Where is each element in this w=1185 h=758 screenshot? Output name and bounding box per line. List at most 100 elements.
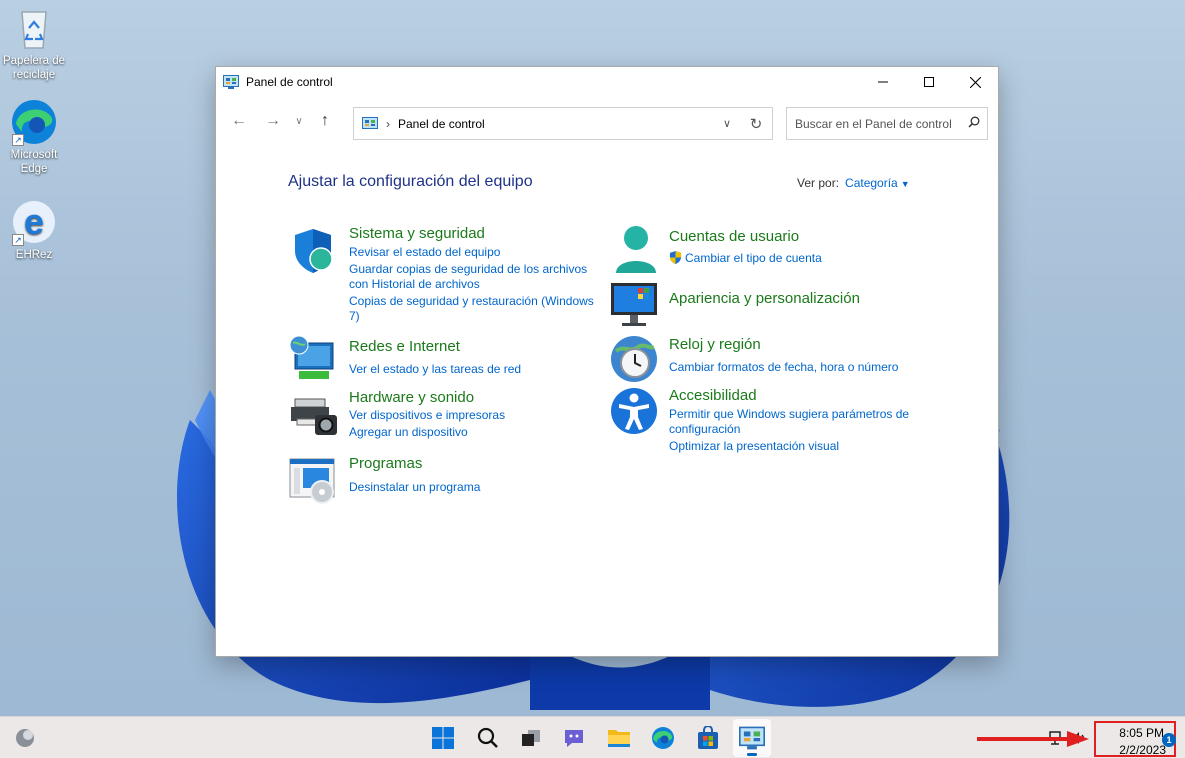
programs-icon: [289, 458, 335, 504]
clock-date: 2/2/2023: [1119, 743, 1166, 757]
category-link[interactable]: configuración: [669, 421, 740, 437]
chat-button[interactable]: [559, 723, 589, 753]
control-panel-taskbar-button[interactable]: [733, 719, 771, 757]
category-link[interactable]: Optimizar la presentación visual: [669, 438, 839, 454]
recent-locations-button[interactable]: ∨: [288, 106, 310, 136]
page-title: Ajustar la configuración del equipo: [288, 173, 533, 190]
category-network-internet: Redes e Internet Ver el estado y las tar…: [289, 335, 609, 385]
category-link[interactable]: con Historial de archivos: [349, 276, 480, 292]
search-input[interactable]: [787, 116, 961, 131]
address-bar[interactable]: › Panel de control ∨ ↻: [353, 107, 773, 140]
refresh-button[interactable]: ↻: [740, 115, 772, 133]
widgets-icon: [16, 729, 34, 747]
category-title[interactable]: Reloj y región: [669, 336, 761, 353]
up-button[interactable]: ↑: [310, 106, 340, 136]
category-title[interactable]: Apariencia y personalización: [669, 290, 860, 307]
control-panel-window: Panel de control ← → ∨ ↑ › Panel de cont…: [215, 66, 999, 657]
forward-button[interactable]: →: [258, 106, 288, 136]
category-title[interactable]: Cuentas de usuario: [669, 228, 799, 245]
close-icon: [969, 76, 981, 88]
control-panel-icon: [223, 75, 239, 89]
file-explorer-icon: [608, 730, 630, 747]
shield-icon: [295, 229, 333, 273]
chat-icon: [565, 730, 583, 747]
view-by-dropdown[interactable]: Categoría: [845, 176, 898, 190]
title-bar[interactable]: Panel de control: [216, 67, 998, 97]
accessibility-icon: [611, 388, 657, 434]
start-button[interactable]: [428, 723, 458, 753]
notification-badge[interactable]: 1: [1162, 733, 1176, 747]
category-link[interactable]: Revisar el estado del equipo: [349, 244, 500, 260]
desktop-icon-label: Papelera de reciclaje: [2, 55, 66, 81]
maximize-button[interactable]: [906, 67, 952, 97]
shortcut-arrow-icon: ↗: [12, 134, 24, 146]
category-appearance: Apariencia y personalización: [610, 281, 930, 331]
svg-text:e: e: [24, 201, 44, 242]
edge-icon: [652, 727, 674, 749]
user-icon: [616, 226, 656, 273]
category-user-accounts: Cuentas de usuario Cambiar el tipo de cu…: [610, 225, 930, 277]
arrow-up-icon: ↑: [321, 112, 329, 129]
search-icon[interactable]: [961, 116, 987, 131]
category-title[interactable]: Sistema y seguridad: [349, 225, 485, 242]
uac-shield-icon: [669, 251, 682, 264]
category-link[interactable]: Permitir que Windows sugiera parámetros …: [669, 406, 909, 422]
ie-icon: e ↗: [10, 198, 58, 246]
category-programs: Programas Desinstalar un programa: [289, 455, 609, 507]
arrow-right-icon: →: [265, 112, 281, 129]
control-panel-icon: [739, 726, 765, 750]
window-title: Panel de control: [246, 75, 333, 89]
widgets-button[interactable]: [10, 723, 40, 753]
category-link[interactable]: Ver dispositivos e impresoras: [349, 407, 505, 423]
category-link[interactable]: Ver el estado y las tareas de red: [349, 361, 521, 377]
desktop-icon-recycle-bin[interactable]: Papelera de reciclaje: [0, 4, 68, 82]
maximize-icon: [924, 77, 934, 87]
category-system-security: Sistema y seguridad Revisar el estado de…: [289, 225, 609, 327]
category-link[interactable]: Copias de seguridad y restauración (Wind…: [349, 293, 594, 309]
monitor-icon: [611, 283, 657, 326]
category-link[interactable]: Guardar copias de seguridad de los archi…: [349, 261, 587, 277]
desktop-icon-ehrez[interactable]: e ↗ EHRez: [0, 198, 68, 262]
desktop-icon-edge[interactable]: ↗ Microsoft Edge: [0, 98, 68, 176]
breadcrumb[interactable]: Panel de control: [398, 117, 714, 131]
desktop-icon-label: Microsoft Edge: [10, 149, 58, 175]
close-button[interactable]: [952, 67, 998, 97]
category-link[interactable]: Agregar un dispositivo: [349, 424, 468, 440]
recycle-bin-icon: [10, 4, 58, 52]
desktop-icon-label: EHRez: [15, 249, 53, 261]
category-title[interactable]: Accesibilidad: [669, 387, 757, 404]
network-icon: [289, 335, 334, 379]
store-button[interactable]: [693, 723, 723, 753]
shortcut-arrow-icon: ↗: [12, 234, 24, 246]
arrow-left-icon: ←: [231, 112, 247, 129]
category-link[interactable]: Cambiar el tipo de cuenta: [685, 250, 822, 266]
view-by: Ver por: Categoría ▼: [797, 176, 910, 190]
chevron-down-icon: ∨: [295, 115, 303, 127]
edge-button[interactable]: [648, 723, 678, 753]
task-view-icon: [522, 730, 540, 746]
view-by-label: Ver por:: [797, 176, 840, 190]
category-link[interactable]: Desinstalar un programa: [349, 479, 480, 495]
start-icon: [432, 727, 454, 749]
category-link[interactable]: Cambiar formatos de fecha, hora o número: [669, 359, 898, 375]
minimize-button[interactable]: [860, 67, 906, 97]
annotation-arrow: [977, 731, 1089, 747]
category-hardware-sound: Hardware y sonido Ver dispositivos e imp…: [289, 389, 609, 441]
back-button[interactable]: ←: [224, 106, 254, 136]
category-link[interactable]: 7): [349, 308, 360, 324]
edge-icon: ↗: [10, 98, 58, 146]
caret-down-icon[interactable]: ▼: [901, 179, 910, 189]
minimize-icon: [878, 81, 888, 83]
address-dropdown-button[interactable]: ∨: [714, 117, 740, 130]
search-button[interactable]: [473, 723, 503, 753]
search-box[interactable]: [786, 107, 988, 140]
file-explorer-button[interactable]: [604, 723, 634, 753]
category-accessibility: Accesibilidad Permitir que Windows sugie…: [610, 387, 930, 457]
category-title[interactable]: Programas: [349, 455, 422, 472]
category-title[interactable]: Redes e Internet: [349, 338, 460, 355]
store-icon: [698, 726, 718, 749]
category-title[interactable]: Hardware y sonido: [349, 389, 474, 406]
task-view-button[interactable]: [516, 723, 546, 753]
printer-camera-icon: [291, 398, 337, 435]
search-icon: [477, 727, 498, 748]
